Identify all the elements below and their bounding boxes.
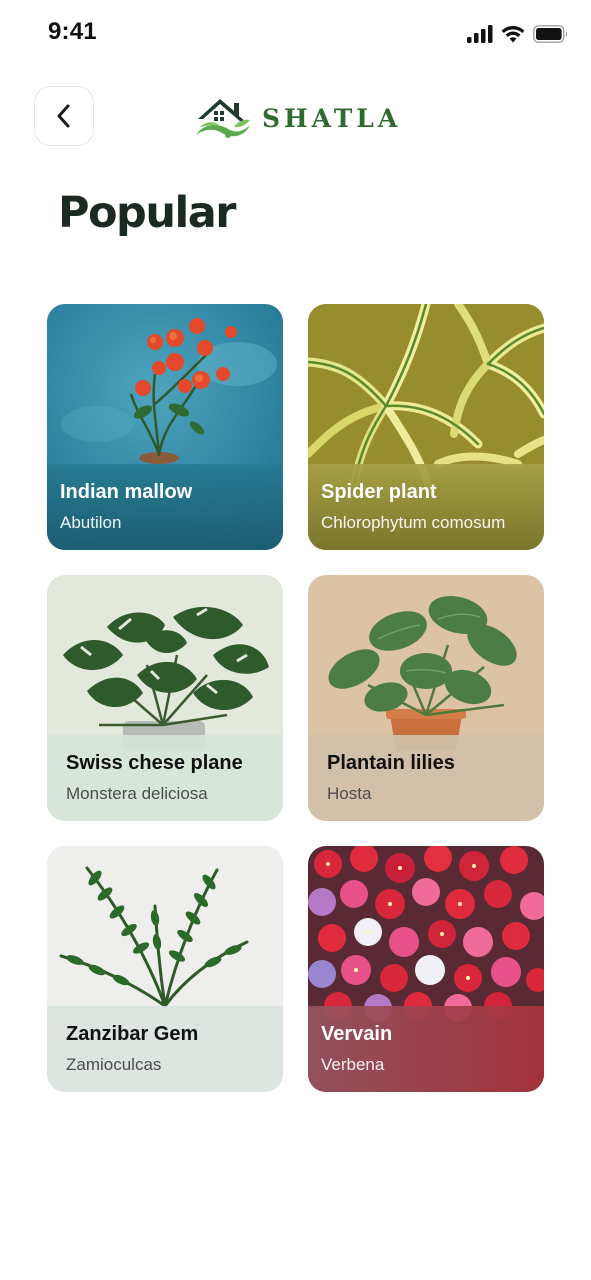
plant-info: Swiss chese plane Monstera deliciosa bbox=[47, 735, 283, 821]
plant-info: Vervain Verbena bbox=[308, 1006, 544, 1092]
plant-scientific-name: Verbena bbox=[321, 1055, 385, 1074]
plant-scientific-name: Monstera deliciosa bbox=[66, 784, 208, 803]
plant-card-indian-mallow[interactable]: Indian mallow Abutilon bbox=[47, 304, 283, 550]
phone-screen: 9:41 SHATLA Popular Indian mallow Abutil… bbox=[0, 0, 591, 1280]
plant-grid: Indian mallow Abutilon Spider plant Chlo… bbox=[47, 304, 544, 1092]
plant-card-plantain-lilies[interactable]: Plantain lilies Hosta bbox=[308, 575, 544, 821]
plant-scientific-name: Hosta bbox=[327, 784, 372, 803]
plant-scientific-name: Chlorophytum comosum bbox=[321, 513, 506, 532]
plant-name: Plantain lilies bbox=[327, 752, 455, 774]
plant-card-spider-plant[interactable]: Spider plant Chlorophytum comosum bbox=[308, 304, 544, 550]
plant-name: Indian mallow bbox=[60, 481, 193, 503]
back-button[interactable] bbox=[34, 86, 94, 146]
signal-icon bbox=[467, 25, 493, 43]
chevron-left-icon bbox=[57, 104, 70, 128]
plant-card-vervain[interactable]: Vervain Verbena bbox=[308, 846, 544, 1092]
status-time: 9:41 bbox=[48, 18, 97, 45]
plant-info: Plantain lilies Hosta bbox=[308, 735, 544, 821]
plant-name: Swiss chese plane bbox=[66, 752, 243, 774]
plant-card-zanzibar-gem[interactable]: Zanzibar Gem Zamioculcas bbox=[47, 846, 283, 1092]
brand-name: SHATLA bbox=[262, 103, 402, 133]
plant-scientific-name: Abutilon bbox=[60, 513, 122, 532]
status-icons bbox=[467, 22, 569, 46]
plant-name: Zanzibar Gem bbox=[66, 1023, 199, 1045]
wifi-icon bbox=[501, 26, 525, 43]
plant-info: Zanzibar Gem Zamioculcas bbox=[47, 1006, 283, 1092]
plant-scientific-name: Zamioculcas bbox=[66, 1055, 162, 1074]
plant-card-swiss-cheese-plant[interactable]: Swiss chese plane Monstera deliciosa bbox=[47, 575, 283, 821]
plant-info: Spider plant Chlorophytum comosum bbox=[308, 464, 544, 550]
plant-info: Indian mallow Abutilon bbox=[47, 464, 283, 550]
battery-icon bbox=[533, 25, 568, 43]
brand-logo: SHATLA bbox=[194, 92, 401, 144]
plant-name: Spider plant bbox=[321, 481, 437, 503]
house-leaf-logo-icon bbox=[196, 99, 250, 138]
status-bar: 9:41 bbox=[0, 0, 591, 64]
page-title: Popular bbox=[58, 188, 236, 238]
plant-name: Vervain bbox=[321, 1023, 393, 1045]
